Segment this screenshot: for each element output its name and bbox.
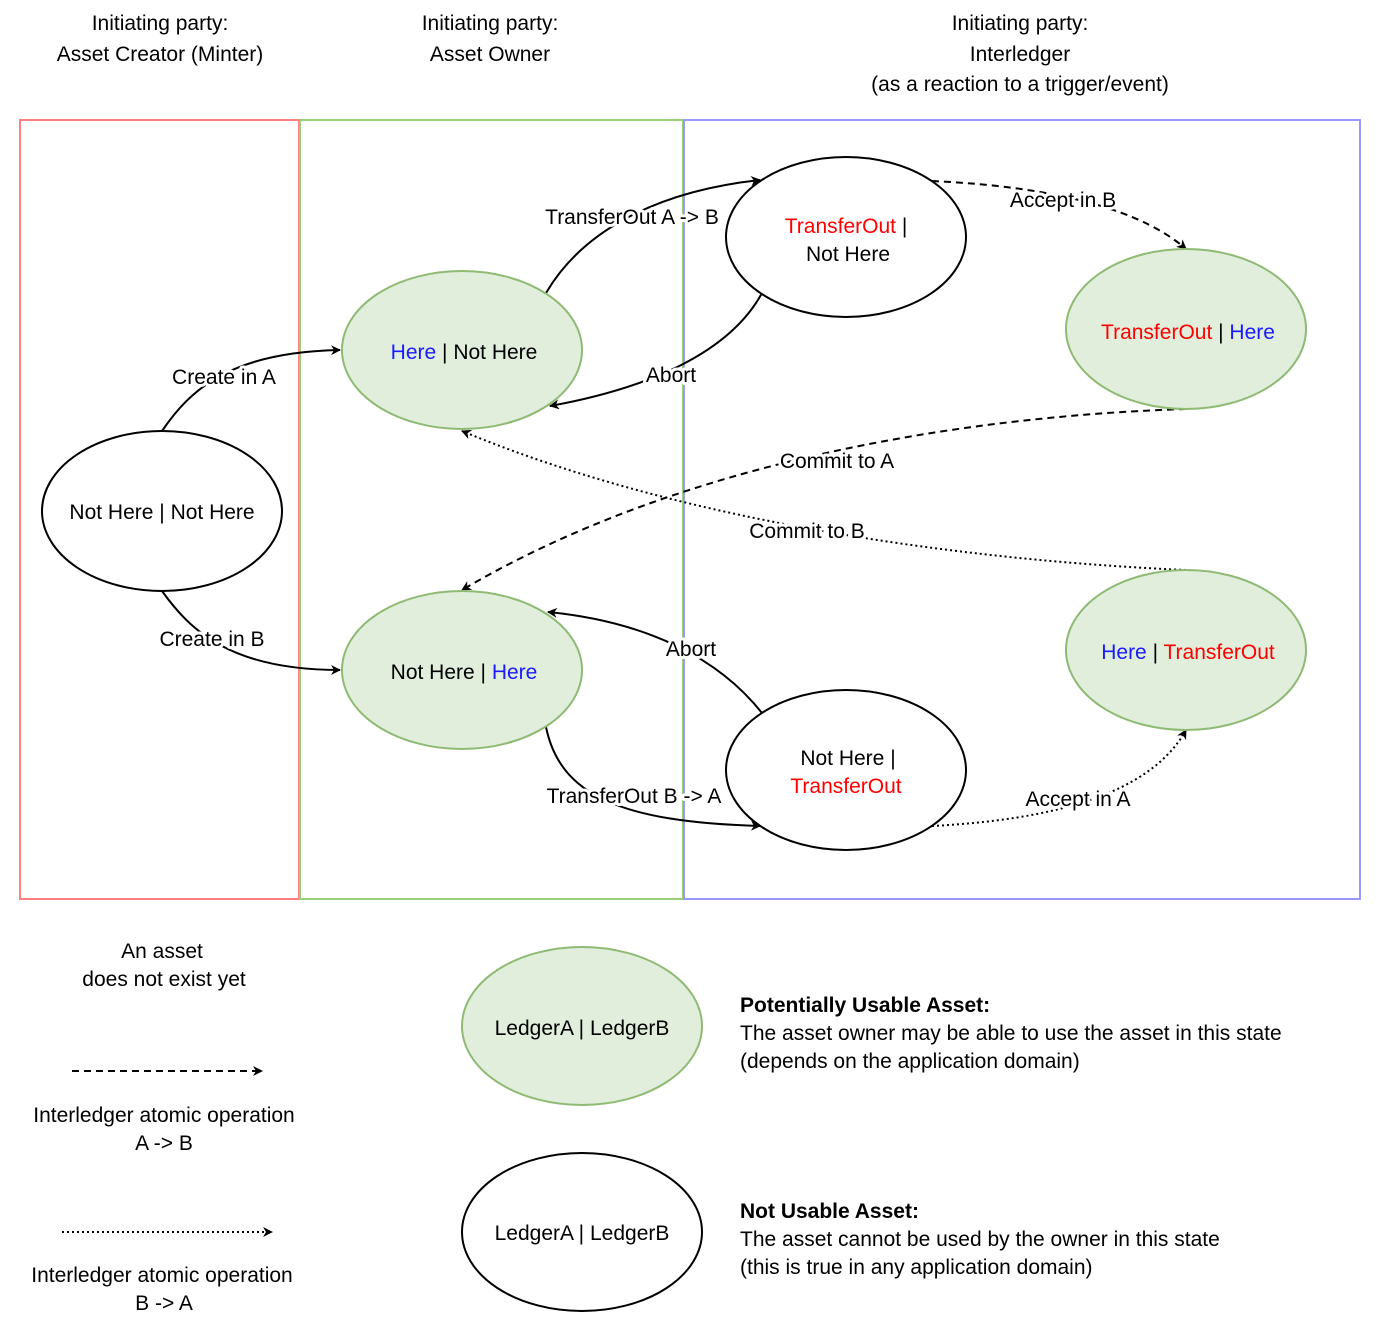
svg-text:TransferOut | Here: TransferOut | Here <box>1101 321 1275 344</box>
svg-text:TransferOut |: TransferOut | <box>785 215 908 238</box>
svg-text:Not Here | Here: Not Here | Here <box>391 661 538 684</box>
svg-text:TransferOut: TransferOut <box>790 775 901 798</box>
column-header-interledger-line2: Interledger <box>970 43 1070 66</box>
label-accept-in-b: Accept in B <box>1010 189 1116 212</box>
label-transfer-out-b-a: TransferOut B -> A <box>547 785 722 808</box>
label-abort-lower: Abort <box>666 638 716 661</box>
state-not-here-transferout: Not Here | TransferOut <box>725 689 967 851</box>
svg-text:Not Here | Not Here: Not Here | Not Here <box>69 501 254 524</box>
state-transferout-here: TransferOut | Here <box>1065 248 1307 410</box>
legend-usable-desc2: (depends on the application domain) <box>740 1050 1080 1073</box>
state-diagram: Initiating party: Asset Creator (Minter)… <box>19 12 1361 1315</box>
legend-dotted-line1: Interledger atomic operation <box>31 1264 293 1287</box>
legend-unusable-desc2: (this is true in any application domain) <box>740 1256 1093 1279</box>
legend-usable-desc1: The asset owner may be able to use the a… <box>740 1022 1282 1045</box>
edge-commit-to-a <box>461 408 1187 591</box>
legend-dashed-line1: Interledger atomic operation <box>33 1104 295 1127</box>
label-abort-upper: Abort <box>646 364 696 387</box>
column-header-interledger-line1: Initiating party: <box>952 12 1089 35</box>
legend-dotted-line2: B -> A <box>135 1292 193 1315</box>
column-header-interledger-line3: (as a reaction to a trigger/event) <box>871 73 1169 96</box>
legend-no-asset-line2: does not exist yet <box>82 968 246 991</box>
edge-create-in-a <box>161 345 341 432</box>
svg-text:Not Here |: Not Here | <box>800 747 895 770</box>
svg-text:Here | Not Here: Here | Not Here <box>391 341 538 364</box>
legend-unusable-desc1: The asset cannot be used by the owner in… <box>740 1228 1220 1251</box>
svg-text:Here | TransferOut: Here | TransferOut <box>1101 641 1275 664</box>
label-accept-in-a: Accept in A <box>1025 788 1130 811</box>
state-not-here-not-here: Not Here | Not Here <box>41 430 283 592</box>
label-transfer-out-a-b: TransferOut A -> B <box>545 206 719 229</box>
label-create-in-b: Create in B <box>159 628 264 651</box>
state-transferout-not-here: TransferOut | Not Here <box>725 156 967 318</box>
state-here-not-here: Here | Not Here <box>341 270 583 430</box>
label-commit-to-a: Commit to A <box>780 450 894 473</box>
legend-usable-ellipse-label: LedgerA | LedgerB <box>495 1017 670 1040</box>
column-header-minter-line1: Initiating party: <box>92 12 229 35</box>
column-header-owner-line1: Initiating party: <box>422 12 559 35</box>
label-create-in-a: Create in A <box>172 366 276 389</box>
state-here-transferout: Here | TransferOut <box>1065 569 1307 731</box>
legend-usable-title: Potentially Usable Asset: <box>740 994 990 1017</box>
legend-unusable-ellipse-label: LedgerA | LedgerB <box>495 1222 670 1245</box>
legend-dashed-line2: A -> B <box>135 1132 193 1155</box>
legend-unusable-title: Not Usable Asset: <box>740 1200 919 1223</box>
legend-no-asset-line1: An asset <box>121 940 203 963</box>
owner-column-box <box>299 119 684 900</box>
column-header-minter-line2: Asset Creator (Minter) <box>57 43 264 66</box>
label-commit-to-b: Commit to B <box>749 520 865 543</box>
column-header-owner-line2: Asset Owner <box>430 43 550 66</box>
edge-accept-in-a <box>931 729 1187 827</box>
state-not-here-here: Not Here | Here <box>341 590 583 750</box>
svg-text:Not Here: Not Here <box>806 243 890 266</box>
